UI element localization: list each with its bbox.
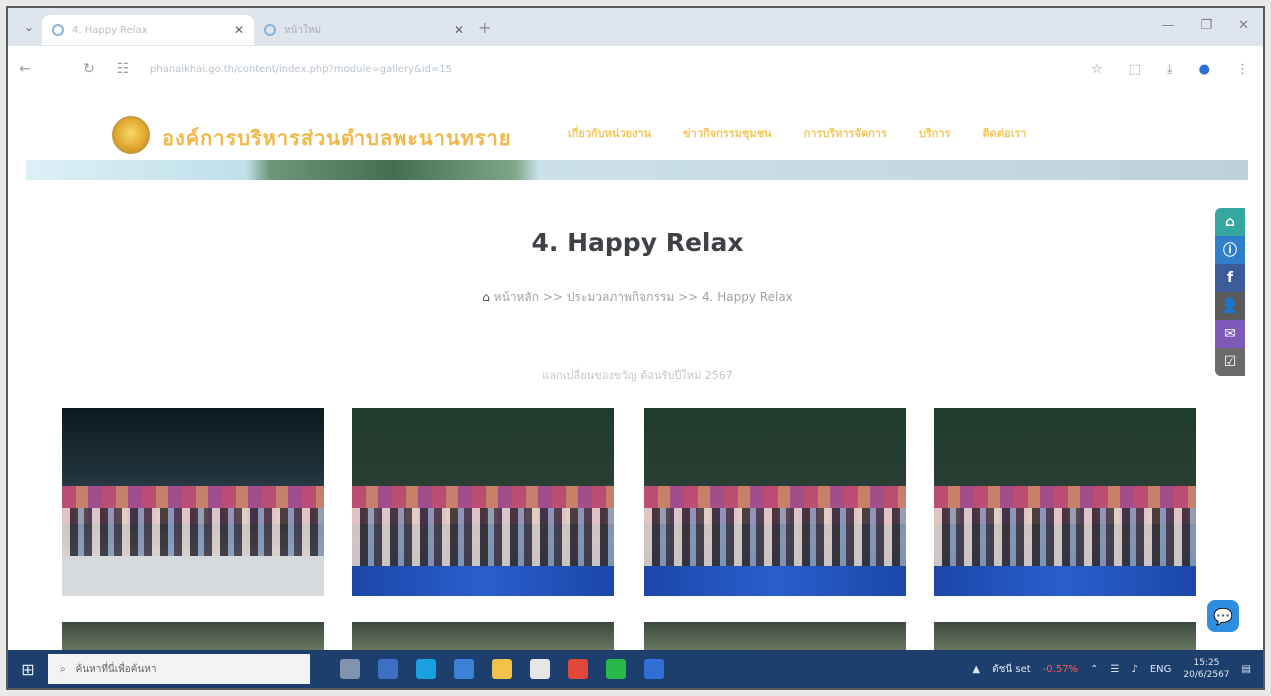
header-banner-image [26,160,1248,180]
gallery-photo[interactable] [62,622,324,652]
close-icon[interactable]: ✕ [454,23,464,37]
mail-app-icon[interactable] [454,659,474,679]
tray-chevron-icon[interactable]: ⌃ [1090,664,1098,675]
bookmark-star-icon[interactable]: ☆ [1091,62,1103,77]
clock-date: 20/6/2567 [1183,670,1230,680]
word-app-icon[interactable] [644,659,664,679]
minimize-icon[interactable]: — [1161,18,1174,33]
task-view-icon[interactable] [340,659,360,679]
back-arrow-icon[interactable]: ← [8,61,42,77]
new-tab-button[interactable]: + [478,18,491,37]
menu-item-about[interactable]: เกี่ยวกับหน่วยงาน [568,124,651,142]
store-icon[interactable] [530,659,550,679]
restore-icon[interactable]: ❐ [1200,18,1212,33]
breadcrumb-current: 4. Happy Relax [702,290,793,304]
browser-tabstrip: ⌄ 4. Happy Relax ✕ หน้าใหม่ ✕ + — ❐ ✕ [8,8,1263,46]
profile-icon[interactable]: ● [1199,62,1210,77]
screen-frame: ⌄ 4. Happy Relax ✕ หน้าใหม่ ✕ + — ❐ ✕ ← … [6,6,1265,690]
system-tray: ▲ ดัชนี set -0.57% ⌃ ☰ ♪ ENG 15:25 20/6/… [972,657,1251,681]
window-controls: — ❐ ✕ [1161,18,1249,33]
extensions-icon[interactable]: ⬚ [1129,62,1141,77]
taskbar-clock[interactable]: 15:25 20/6/2567 [1183,657,1229,681]
url-field[interactable]: phanaikhai.go.th/content/index.php?modul… [150,64,710,75]
photo-content [644,508,906,568]
breadcrumb-separator: >> [542,290,563,304]
globe-icon [52,24,64,36]
mail-icon[interactable]: ✉ [1215,320,1245,348]
photo-content [644,566,906,596]
windows-start-icon[interactable]: ⊞ [8,660,48,679]
notification-icon[interactable]: ▤ [1242,664,1251,675]
home-icon: ⌂ [482,290,490,304]
menu-item-contact[interactable]: ติดต่อเรา [983,124,1027,142]
windows-taskbar: ⊞ ⌕ ค้นหาที่นี่เพื่อค้นหา ▲ ดัชนี set -0… [8,650,1263,688]
menu-item-management[interactable]: การบริหารจัดการ [804,124,887,142]
tab-new-page[interactable]: หน้าใหม่ ✕ [254,15,474,45]
photo-content [934,508,1196,568]
breadcrumb-separator: >> [678,290,699,304]
taskbar-search[interactable]: ⌕ ค้นหาที่นี่เพื่อค้นหา [48,654,310,684]
gallery-photo[interactable] [352,622,614,652]
speaker-icon[interactable]: ♪ [1131,664,1137,675]
stock-label[interactable]: ดัชนี set [992,662,1031,677]
network-icon[interactable]: ☰ [1110,664,1119,675]
breadcrumb: ⌂ หน้าหลัก >> ประมวลภาพกิจกรรม >> 4. Hap… [8,288,1263,307]
address-bar: ← ↻ ☷ phanaikhai.go.th/content/index.php… [8,46,1263,92]
tab-title: 4. Happy Relax [72,24,148,36]
menu-item-news[interactable]: ข่าวกิจกรรมชุมชน [683,124,771,142]
photo-content [62,556,324,596]
reload-icon[interactable]: ↻ [72,61,106,77]
search-icon: ⌕ [60,663,66,675]
clock-time: 15:25 [1193,658,1220,668]
site-header: องค์การบริหารส่วนตำบลพะนานทราย เกี่ยวกับ… [8,92,1263,184]
gallery-photo[interactable] [62,408,324,596]
gallery-caption: แลกเปลี่ยนของขวัญ ต้อนรับปีใหม่ 2567 [542,369,733,382]
tab-title: หน้าใหม่ [284,24,322,36]
stock-index-icon[interactable]: ▲ [972,664,980,675]
organization-logo[interactable] [112,116,150,154]
page-title: 4. Happy Relax [531,228,744,257]
language-indicator[interactable]: ENG [1150,664,1172,675]
globe-icon [264,24,276,36]
close-window-icon[interactable]: ✕ [1238,18,1249,33]
stock-change: -0.57% [1042,663,1079,675]
gallery-photo[interactable] [934,408,1196,596]
breadcrumb-gallery-link[interactable]: ประมวลภาพกิจกรรม [567,290,674,304]
browser-toolbar: ☆ ⬚ ⤓ ● ⋮ [1091,62,1249,77]
photo-content [352,566,614,596]
gallery-photo[interactable] [644,408,906,596]
more-menu-icon[interactable]: ⋮ [1236,62,1249,77]
site-info-icon[interactable]: ☷ [106,61,140,77]
line-app-icon[interactable] [606,659,626,679]
menu-item-services[interactable]: บริการ [919,124,951,142]
security-icon[interactable] [378,659,398,679]
gallery-photo[interactable] [934,622,1196,652]
site-title[interactable]: องค์การบริหารส่วนตำบลพะนานทราย [162,122,512,154]
main-menu: เกี่ยวกับหน่วยงาน ข่าวกิจกรรมชุมชน การบร… [568,124,1026,142]
taskbar-apps [340,659,664,679]
close-icon[interactable]: ✕ [234,23,244,37]
photo-content [934,566,1196,596]
chrome-icon[interactable] [568,659,588,679]
download-icon[interactable]: ⤓ [1167,62,1173,77]
file-explorer-icon[interactable] [492,659,512,679]
gallery-photo[interactable] [644,622,906,652]
breadcrumb-home-link[interactable]: หน้าหลัก [494,290,539,304]
messenger-chat-icon[interactable]: 💬 [1207,600,1239,632]
tab-search-icon[interactable]: ⌄ [16,20,42,34]
tab-happy-relax[interactable]: 4. Happy Relax ✕ [42,15,254,45]
taskbar-search-placeholder: ค้นหาที่นี่เพื่อค้นหา [75,663,157,675]
edge-browser-icon[interactable] [416,659,436,679]
photo-content [352,508,614,568]
gallery-photo[interactable] [352,408,614,596]
